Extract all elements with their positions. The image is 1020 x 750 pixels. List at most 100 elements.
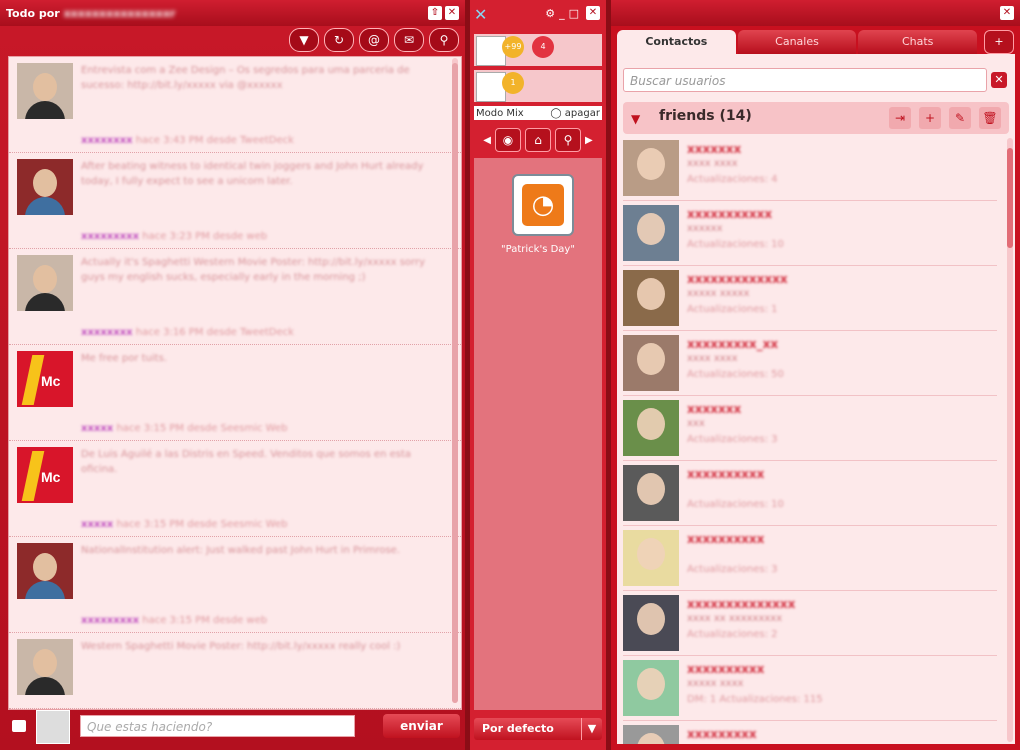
contact-name[interactable]: xxxxxxxxx bbox=[687, 727, 757, 741]
post-author[interactable]: xxxxxxxxx bbox=[81, 231, 139, 242]
timeline-post[interactable]: Entrevista com a Zee Design – Os segredo… bbox=[9, 57, 461, 153]
speech-bubble-icon[interactable]: ✉ bbox=[394, 28, 424, 52]
contact-row[interactable]: xxxxxxxxxx xxxxx xxxx DM: 1 Actualizacione… bbox=[623, 658, 997, 721]
tab-chats[interactable]: Chats bbox=[858, 30, 978, 54]
contact-row[interactable]: xxxxxxxxxxxxxx xxxx xx xxxxxxxxx Actualiza… bbox=[623, 593, 997, 656]
contact-name[interactable]: xxxxxxxxxxx bbox=[687, 207, 772, 221]
timeline-post[interactable]: Mc De Luis Aguilé a las Distris en Speed.… bbox=[9, 441, 461, 537]
send-button[interactable]: enviar bbox=[383, 714, 460, 738]
broadcast-icon[interactable]: ◉ bbox=[495, 128, 521, 152]
avatar[interactable] bbox=[17, 63, 73, 119]
search-icon[interactable]: ⚲ bbox=[555, 128, 581, 152]
default-theme-button[interactable]: Por defecto ▼ bbox=[474, 718, 602, 740]
contact-row[interactable]: xxxxxxxxx_xx xxxx xxxx Actualizaciones: 50 bbox=[623, 333, 997, 396]
tab-canales[interactable]: Canales bbox=[737, 30, 857, 54]
avatar[interactable] bbox=[17, 255, 73, 311]
group-title: friends (14) bbox=[659, 108, 752, 124]
account-twitter[interactable]: +99 4 bbox=[474, 34, 602, 66]
avatar[interactable]: Mc bbox=[17, 351, 73, 407]
close-icon[interactable]: ✕ bbox=[586, 6, 600, 20]
contact-name[interactable]: xxxxxxxxxx bbox=[687, 467, 764, 481]
add-user-button[interactable]: + bbox=[984, 30, 1014, 54]
avatar[interactable] bbox=[623, 205, 679, 261]
avatar[interactable] bbox=[623, 335, 679, 391]
contact-name[interactable]: xxxxxxxxxx bbox=[687, 662, 764, 676]
tab-contactos[interactable]: Contactos bbox=[617, 30, 736, 54]
avatar[interactable] bbox=[17, 159, 73, 215]
account-facebook[interactable]: 1 bbox=[474, 70, 602, 102]
status-input[interactable]: Que estas haciendo? bbox=[80, 715, 355, 737]
contact-info: Actualizaciones: 2 bbox=[687, 629, 778, 640]
scrollbar-thumb[interactable] bbox=[1007, 148, 1013, 248]
timeline-scrollbar[interactable] bbox=[452, 58, 458, 703]
close-icon[interactable]: ✕ bbox=[1000, 6, 1014, 20]
open-group-icon[interactable]: ⇥ bbox=[889, 107, 911, 129]
settings-icon[interactable]: ⚙ bbox=[545, 7, 555, 20]
timeline-post[interactable]: Actually it's Spaghetti Western Movie Po… bbox=[9, 249, 461, 345]
post-meta: xxxxxxxx hace 3:16 PM desde TweetDeck bbox=[81, 327, 449, 338]
post-author[interactable]: xxxxxxxxx bbox=[81, 615, 139, 626]
calendar-icon[interactable] bbox=[12, 720, 26, 732]
timeline-post[interactable]: Mc Me free por tuits. xxxxx hace 3:15 PM d… bbox=[9, 345, 461, 441]
avatar[interactable] bbox=[17, 639, 73, 695]
contact-row[interactable]: xxxxxxxxxxActualizaciones: 3 bbox=[623, 398, 997, 461]
delete-group-icon[interactable]: 🗑 bbox=[979, 107, 1001, 129]
contact-name[interactable]: xxxxxxxxxxxxx bbox=[687, 272, 788, 286]
rss-feed-icon[interactable]: ◔ bbox=[512, 174, 574, 236]
contact-row[interactable]: xxxxxxxxx bbox=[623, 723, 997, 744]
contact-row[interactable]: xxxxxxxxxxx xxxxxx Actualizaciones: 10 bbox=[623, 203, 997, 266]
search-bubble-icon[interactable]: ⚲ bbox=[429, 28, 459, 52]
contact-row[interactable]: xxxxxxxxxxActualizaciones: 3 bbox=[623, 528, 997, 591]
avatar[interactable] bbox=[623, 530, 679, 586]
contact-row[interactable]: xxxxxxxxxxxxx xxxxx xxxxx Actualizaciones:… bbox=[623, 268, 997, 331]
group-header[interactable]: ▼ friends (14) ⇥ + ✎ 🗑 bbox=[623, 102, 1009, 134]
mix-nav: ◀ ◉ ⌂ ⚲ ▶ bbox=[474, 126, 602, 154]
scrollbar-thumb[interactable] bbox=[452, 63, 458, 703]
contact-name[interactable]: xxxxxxxxxxxxxx bbox=[687, 597, 795, 611]
contact-row[interactable]: xxxxxxx xxxx xxxx Actualizaciones: 4 bbox=[623, 138, 997, 201]
search-users-input[interactable]: Buscar usuarios bbox=[623, 68, 987, 92]
clear-search-icon[interactable]: ✕ bbox=[991, 72, 1007, 88]
add-member-icon[interactable]: + bbox=[919, 107, 941, 129]
timeline-post[interactable]: NationalInstitution alert: Just walked p… bbox=[9, 537, 461, 633]
post-author[interactable]: xxxxx bbox=[81, 519, 113, 530]
maximize-icon[interactable]: □ bbox=[569, 7, 579, 20]
chevron-down-icon[interactable]: ▼ bbox=[581, 718, 602, 740]
avatar[interactable] bbox=[623, 270, 679, 326]
timeline-post[interactable]: Western Spaghetti Movie Poster: http://b… bbox=[9, 633, 461, 709]
mix-off-toggle[interactable]: ◯ apagar bbox=[550, 108, 600, 119]
avatar[interactable]: Mc bbox=[17, 447, 73, 503]
home-icon[interactable]: ⌂ bbox=[525, 128, 551, 152]
prev-arrow-icon[interactable]: ◀ bbox=[483, 135, 491, 146]
post-text: Western Spaghetti Movie Poster: http://b… bbox=[81, 641, 401, 652]
close-icon[interactable]: ✕ bbox=[445, 6, 459, 20]
avatar[interactable] bbox=[623, 595, 679, 651]
contact-name[interactable]: xxxxxxxxxx bbox=[687, 532, 764, 546]
timeline-post[interactable]: After beating witness to identical twin … bbox=[9, 153, 461, 249]
contact-name[interactable]: xxxxxxx bbox=[687, 402, 741, 416]
heart-badge: 1 bbox=[502, 72, 524, 94]
filter-icon[interactable]: ▼ bbox=[289, 28, 319, 52]
avatar[interactable] bbox=[623, 140, 679, 196]
edit-group-icon[interactable]: ✎ bbox=[949, 107, 971, 129]
contact-row[interactable]: xxxxxxxxxx Actualizaciones: 10 bbox=[623, 463, 997, 526]
detach-icon[interactable]: ⇧ bbox=[428, 6, 442, 20]
next-arrow-icon[interactable]: ▶ bbox=[585, 135, 593, 146]
post-author[interactable]: xxxxxxxx bbox=[81, 327, 133, 338]
minimize-icon[interactable]: _ bbox=[559, 7, 565, 20]
avatar[interactable] bbox=[623, 725, 679, 744]
contact-sub: xxx bbox=[687, 418, 705, 429]
avatar[interactable] bbox=[623, 465, 679, 521]
avatar[interactable] bbox=[623, 660, 679, 716]
chevron-down-icon[interactable]: ▼ bbox=[631, 112, 640, 126]
avatar[interactable] bbox=[17, 543, 73, 599]
post-author[interactable]: xxxxx bbox=[81, 423, 113, 434]
post-author[interactable]: xxxxxxxx bbox=[81, 135, 133, 146]
contact-name[interactable]: xxxxxxx bbox=[687, 142, 741, 156]
contacts-scrollbar[interactable] bbox=[1007, 138, 1013, 742]
avatar[interactable] bbox=[623, 400, 679, 456]
contact-name[interactable]: xxxxxxxxx_xx bbox=[687, 337, 778, 351]
refresh-icon[interactable]: ↻ bbox=[324, 28, 354, 52]
mention-icon[interactable]: @ bbox=[359, 28, 389, 52]
contact-info: Actualizaciones: 1 bbox=[687, 304, 778, 315]
